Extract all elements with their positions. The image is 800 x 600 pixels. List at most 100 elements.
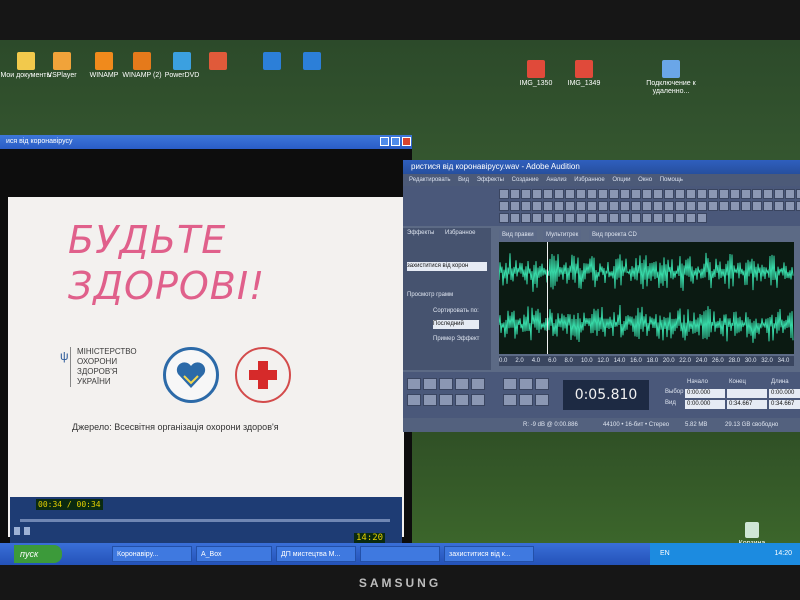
toolbar-button[interactable] bbox=[631, 213, 641, 223]
seek-bar[interactable] bbox=[20, 519, 390, 522]
waveform-display[interactable] bbox=[499, 242, 794, 354]
file-list-item[interactable]: захиститися від корон bbox=[407, 262, 487, 271]
toolbar-button[interactable] bbox=[631, 201, 641, 211]
language-indicator[interactable]: EN bbox=[660, 543, 670, 565]
zoom-button[interactable] bbox=[535, 378, 549, 390]
toolbar-button[interactable] bbox=[510, 189, 520, 199]
transport-button[interactable] bbox=[471, 394, 485, 406]
toolbar-button[interactable] bbox=[653, 213, 663, 223]
tab-effects[interactable]: Эффекты bbox=[407, 230, 434, 236]
transport-button[interactable] bbox=[455, 378, 469, 390]
toolbar-button[interactable] bbox=[730, 189, 740, 199]
menu-generate[interactable]: Создание bbox=[512, 177, 539, 183]
toolbar-button[interactable] bbox=[620, 213, 630, 223]
toolbar-button[interactable] bbox=[730, 201, 740, 211]
toolbar-button[interactable] bbox=[565, 201, 575, 211]
toolbar-button[interactable] bbox=[576, 189, 586, 199]
transport-button[interactable] bbox=[439, 378, 453, 390]
toolbar-button[interactable] bbox=[620, 201, 630, 211]
menu-effects[interactable]: Эффекты bbox=[477, 177, 504, 183]
toolbar-button[interactable] bbox=[675, 201, 685, 211]
toolbar-button[interactable] bbox=[543, 213, 553, 223]
toolbar-button[interactable] bbox=[609, 189, 619, 199]
toolbar-button[interactable] bbox=[664, 213, 674, 223]
toolbar-button[interactable] bbox=[697, 213, 707, 223]
toolbar-button[interactable] bbox=[587, 189, 597, 199]
zoom-button[interactable] bbox=[519, 394, 533, 406]
toolbar-button[interactable] bbox=[642, 189, 652, 199]
toolbar-button[interactable] bbox=[785, 201, 795, 211]
taskbar-item[interactable]: ДП мистецтва М... bbox=[276, 546, 356, 562]
desktop-icon[interactable]: IMG_1349 bbox=[558, 60, 610, 88]
toolbar-button[interactable] bbox=[642, 201, 652, 211]
toolbar-button[interactable] bbox=[697, 189, 707, 199]
toolbar-button[interactable] bbox=[598, 213, 608, 223]
toolbar-button[interactable] bbox=[708, 189, 718, 199]
minimize-button[interactable] bbox=[380, 137, 389, 146]
zoom-button[interactable] bbox=[519, 378, 533, 390]
toolbar-button[interactable] bbox=[774, 201, 784, 211]
toolbar-button[interactable] bbox=[587, 213, 597, 223]
transport-button[interactable] bbox=[439, 394, 453, 406]
toolbar-button[interactable] bbox=[664, 201, 674, 211]
close-button[interactable] bbox=[402, 137, 411, 146]
toolbar-button[interactable] bbox=[565, 189, 575, 199]
selection-begin[interactable]: 0:00.000 bbox=[685, 389, 725, 398]
toolbar-button[interactable] bbox=[686, 213, 696, 223]
toolbar-button[interactable] bbox=[686, 201, 696, 211]
menu-help[interactable]: Помощь bbox=[660, 177, 683, 183]
transport-button[interactable] bbox=[423, 378, 437, 390]
menu-view[interactable]: Вид bbox=[458, 177, 469, 183]
toolbar-button[interactable] bbox=[785, 189, 795, 199]
toolbar-button[interactable] bbox=[576, 213, 586, 223]
toolbar-button[interactable] bbox=[554, 201, 564, 211]
transport-button[interactable] bbox=[407, 378, 421, 390]
toolbar-button[interactable] bbox=[521, 189, 531, 199]
view-begin[interactable]: 0:00.000 bbox=[685, 400, 725, 409]
taskbar-item[interactable]: захиститися від к... bbox=[444, 546, 534, 562]
transport-button[interactable] bbox=[407, 394, 421, 406]
tab-cd-project[interactable]: Вид проекта CD bbox=[589, 230, 640, 241]
audition-title-bar[interactable]: ристися від коронавірусу.wav - Adobe Aud… bbox=[403, 160, 800, 174]
toolbar-button[interactable] bbox=[521, 213, 531, 223]
toolbar-button[interactable] bbox=[675, 189, 685, 199]
menu-analyze[interactable]: Анализ bbox=[546, 177, 566, 183]
toolbar-button[interactable] bbox=[543, 189, 553, 199]
toolbar-button[interactable] bbox=[719, 201, 729, 211]
toolbar-button[interactable] bbox=[565, 213, 575, 223]
toolbar-button[interactable] bbox=[763, 201, 773, 211]
transport-button[interactable] bbox=[423, 394, 437, 406]
toolbar-button[interactable] bbox=[752, 189, 762, 199]
menu-window[interactable]: Окно bbox=[638, 177, 652, 183]
desktop-icon[interactable]: IMG_1350 bbox=[510, 60, 562, 88]
view-length[interactable]: 0:34.667 bbox=[769, 400, 800, 409]
toolbar-button[interactable] bbox=[675, 213, 685, 223]
toolbar-button[interactable] bbox=[543, 201, 553, 211]
sort-select[interactable]: Последний bbox=[433, 320, 479, 329]
start-button[interactable]: пуск bbox=[14, 545, 62, 563]
toolbar-button[interactable] bbox=[499, 213, 509, 223]
playhead-cursor[interactable] bbox=[547, 242, 548, 354]
toolbar-button[interactable] bbox=[774, 189, 784, 199]
toolbar-button[interactable] bbox=[620, 189, 630, 199]
toolbar-button[interactable] bbox=[521, 201, 531, 211]
toolbar-button[interactable] bbox=[532, 213, 542, 223]
toolbar-button[interactable] bbox=[653, 201, 663, 211]
toolbar-button[interactable] bbox=[510, 201, 520, 211]
tab-edit-view[interactable]: Вид правки bbox=[499, 230, 537, 241]
view-end[interactable]: 0:34.667 bbox=[727, 400, 767, 409]
toolbar-button[interactable] bbox=[598, 201, 608, 211]
desktop-icon[interactable]: Подключение к удаленно... bbox=[645, 60, 697, 96]
desktop-icon[interactable] bbox=[286, 52, 338, 72]
toolbar-button[interactable] bbox=[499, 201, 509, 211]
toolbar-button[interactable] bbox=[598, 189, 608, 199]
toolbar-button[interactable] bbox=[554, 189, 564, 199]
play-button[interactable] bbox=[14, 527, 20, 535]
toolbar-button[interactable] bbox=[653, 189, 663, 199]
zoom-button[interactable] bbox=[535, 394, 549, 406]
toolbar-button[interactable] bbox=[708, 201, 718, 211]
zoom-button[interactable] bbox=[503, 378, 517, 390]
selection-end[interactable] bbox=[727, 389, 767, 398]
toolbar-button[interactable] bbox=[609, 201, 619, 211]
toolbar-button[interactable] bbox=[532, 201, 542, 211]
